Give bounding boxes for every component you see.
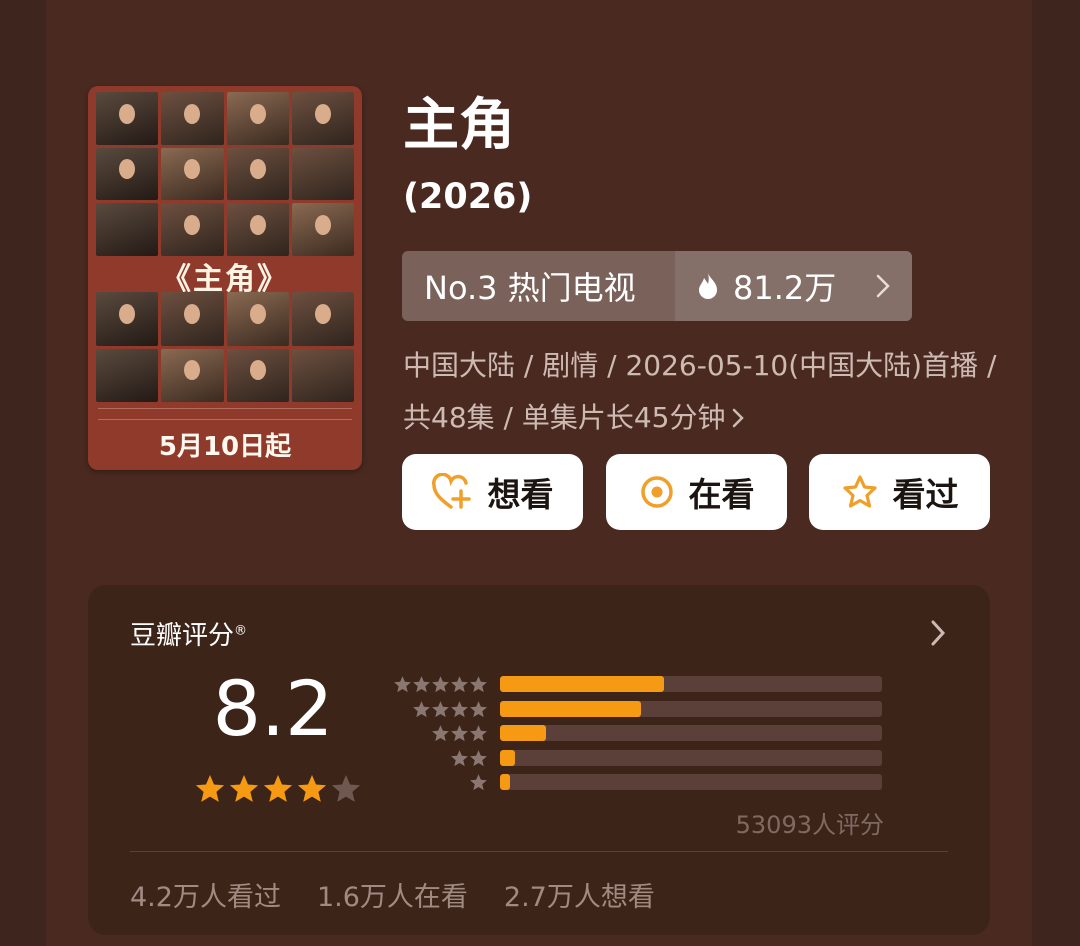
watching-label: 在看 (688, 475, 755, 514)
flame-icon (697, 272, 719, 300)
chevron-right-icon (876, 274, 890, 298)
poster-cast-grid-top (96, 92, 354, 256)
watching-button[interactable]: 在看 (606, 454, 787, 530)
poster-date: 5月10日起 (158, 432, 292, 462)
watch-stats: 4.2万人看过 1.6万人在看 2.7万人想看 (130, 875, 655, 914)
star-filled-icon (296, 773, 328, 809)
distribution-bar (500, 774, 510, 790)
distribution-track (500, 725, 882, 741)
distribution-bar (500, 700, 642, 717)
meta-text: 中国大陆 / 剧情 / 2026-05-10(中国大陆)首播 / 共48集 / … (403, 349, 997, 434)
heart-plus-icon (431, 473, 474, 511)
row-stars-icon (469, 773, 488, 792)
watched-count[interactable]: 4.2万人看过 (130, 875, 281, 914)
distribution-bar (500, 749, 516, 766)
distribution-row-2-star (388, 749, 988, 767)
distribution-bar (500, 725, 546, 741)
star-outline-icon (841, 474, 879, 510)
subject-meta[interactable]: 中国大陆 / 剧情 / 2026-05-10(中国大陆)首播 / 共48集 / … (403, 340, 1003, 445)
rating-panel[interactable]: 豆瓣评分® 8.2 53093人评分 4.2万人看过 1.6万人在看 2.7万人… (88, 585, 990, 935)
heat-value: 81.2万 (733, 269, 837, 307)
heat-section[interactable]: 81.2万 (675, 251, 912, 321)
meta-chevron-icon (732, 393, 744, 445)
star-filled-icon (194, 773, 226, 809)
wanted-count[interactable]: 2.7万人想看 (504, 875, 655, 914)
row-stars-icon (393, 675, 488, 694)
star-filled-icon (228, 773, 260, 809)
left-margin (0, 0, 46, 946)
rating-score: 8.2 (212, 664, 334, 753)
distribution-track (500, 774, 882, 790)
watched-label: 看过 (892, 475, 959, 514)
want-to-watch-button[interactable]: 想看 (402, 454, 583, 530)
rating-stars (194, 773, 362, 809)
row-stars-icon (431, 724, 488, 743)
page-title: 主角 (403, 93, 515, 158)
rating-count: 53093人评分 (735, 811, 884, 839)
right-margin (1032, 0, 1080, 946)
star-empty-icon (330, 773, 362, 809)
distribution-row-5-star (388, 675, 988, 693)
distribution-row-1-star (388, 773, 988, 791)
poster-credits (98, 408, 352, 420)
row-stars-icon (450, 749, 488, 768)
distribution-bar (500, 676, 665, 692)
row-stars-icon (412, 700, 488, 719)
release-year: (2026) (403, 177, 533, 217)
rank-pill[interactable]: No.3 热门电视 81.2万 (402, 251, 912, 321)
watching-count[interactable]: 1.6万人在看 (317, 875, 468, 914)
target-icon (639, 474, 675, 510)
rating-source-label: 豆瓣评分® (130, 621, 248, 651)
rating-chevron-icon[interactable] (930, 619, 946, 651)
distribution-row-4-star (388, 700, 988, 718)
watched-button[interactable]: 看过 (809, 454, 990, 530)
poster-cast-grid-bottom (96, 292, 354, 402)
distribution-track (500, 749, 882, 766)
want-to-watch-label: 想看 (487, 475, 554, 514)
star-filled-icon (262, 773, 294, 809)
distribution-track (500, 700, 882, 717)
rank-label: No.3 热门电视 (424, 269, 636, 307)
distribution-track (500, 676, 882, 692)
divider (130, 851, 948, 852)
distribution-row-3-star (388, 724, 988, 742)
poster-image[interactable]: 《主角》 5月10日起 (88, 86, 362, 470)
